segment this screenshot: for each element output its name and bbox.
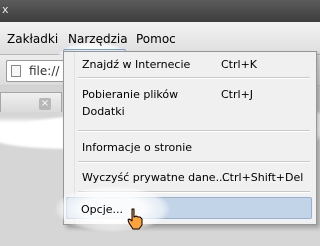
menu-narzedzia[interactable]: Narzędzia xyxy=(68,31,128,47)
menu-separator xyxy=(78,161,310,163)
title-bar: x xyxy=(0,0,320,22)
address-text: file:// xyxy=(29,64,60,78)
shortcut-znajdz: Ctrl+K xyxy=(221,58,258,71)
menu-separator xyxy=(78,130,310,132)
menu-item-wyczysc[interactable]: Wyczyść prywatne dane... xyxy=(82,171,226,185)
menu-item-dodatki[interactable]: Dodatki xyxy=(82,105,125,119)
menu-item-informacje[interactable]: Informacje o stronie xyxy=(82,141,192,155)
menu-item-opcje[interactable]: Opcje... xyxy=(81,203,123,217)
window-title: x xyxy=(2,3,9,16)
menu-zakladki[interactable]: Zakładki xyxy=(7,31,58,47)
menu-pomoc[interactable]: Pomoc xyxy=(136,31,176,47)
shortcut-wyczysc: Ctrl+Shift+Del xyxy=(222,171,304,184)
menu-item-pobieranie[interactable]: Pobieranie plików xyxy=(82,88,178,102)
menu-separator xyxy=(78,77,310,79)
tab[interactable]: × xyxy=(0,92,62,113)
mouse-pointer-icon xyxy=(127,208,143,230)
shortcut-pobieranie: Ctrl+J xyxy=(221,88,254,101)
screen: x Zakładki Narzędzia Pomoc file:// × Zna… xyxy=(0,0,320,246)
page-icon xyxy=(11,65,21,77)
close-icon[interactable]: × xyxy=(39,98,51,110)
menu-item-znajdz[interactable]: Znajdź w Internecie xyxy=(82,58,190,72)
